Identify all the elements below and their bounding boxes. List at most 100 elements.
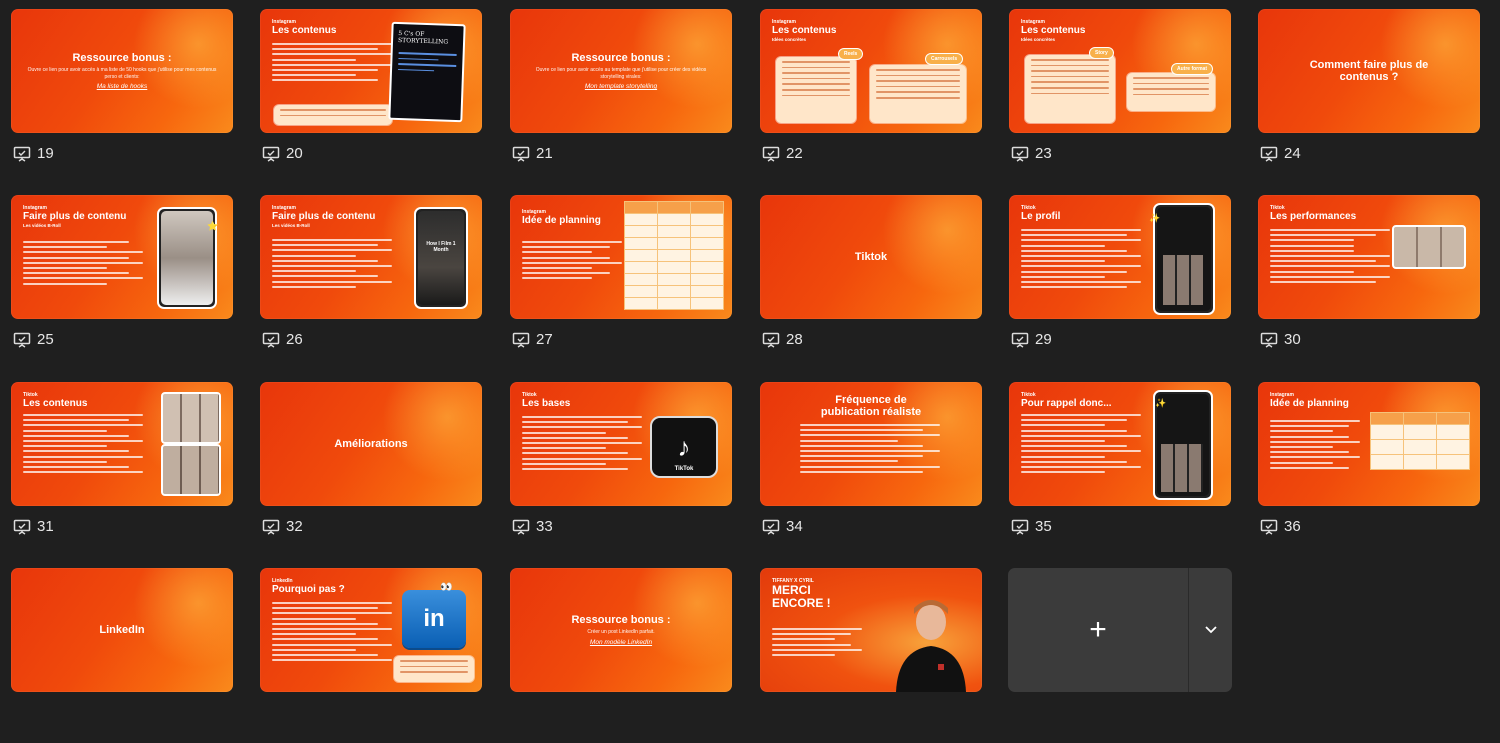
chevron-down-icon	[1204, 626, 1217, 634]
slide-number: 34	[786, 518, 803, 535]
slide-subtitle: Les vidéos B-Roll	[272, 223, 310, 228]
presentation-icon	[262, 519, 280, 535]
slide-title: Faire plus de contenu	[272, 211, 376, 222]
slide-subtitle: Ouvre ce lien pour avoir accès à ma list…	[27, 67, 217, 80]
logo-label: in	[423, 605, 445, 632]
slide-title: Les contenus	[772, 25, 837, 36]
slide-thumbnail[interactable]: Tiktok Le profil ✨ 29	[1009, 195, 1233, 370]
slide-thumbnail[interactable]: Tiktok 28	[760, 195, 984, 370]
presentation-icon	[1011, 146, 1029, 162]
photo-collage	[1392, 225, 1466, 269]
slide-thumbnail[interactable]: TIFFANY X CYRIL MERCI ENCORE !	[760, 568, 984, 743]
slide-thumbnail[interactable]: Instagram Idée de planning 27	[510, 195, 734, 370]
presentation-icon	[13, 519, 31, 535]
slide-number: 31	[37, 518, 54, 535]
slide-label: 21	[512, 145, 553, 162]
slide-title: MERCI ENCORE !	[772, 583, 831, 610]
sparkle-icon: ✨	[1149, 213, 1161, 223]
slide-title: Comment faire plus de contenus ?	[1309, 59, 1429, 83]
presentation-icon	[512, 519, 530, 535]
slide-label: 31	[13, 518, 54, 535]
slide-label: 26	[262, 331, 303, 348]
slide-title: Ressource bonus :	[72, 52, 172, 64]
tag-label: Reels	[838, 48, 864, 60]
slide-label: 34	[762, 518, 803, 535]
slide-subtitle: Créer un post LinkedIn parfait.	[587, 629, 655, 636]
photo-collage	[161, 444, 221, 496]
slide-thumbnail[interactable]: Tiktok Les contenus 31	[11, 382, 235, 557]
slide-label: 33	[512, 518, 553, 535]
slide-label: 22	[762, 145, 803, 162]
slide-title: Les performances	[1270, 211, 1357, 222]
slide-title: Améliorations	[334, 438, 408, 450]
slide-number: 33	[536, 518, 553, 535]
slide-subtitle: Ouvre ce lien pour avoir accès au templa…	[535, 67, 707, 80]
slide-thumbnail[interactable]: Instagram Faire plus de contenu Les vidé…	[11, 195, 235, 370]
slide-thumbnail[interactable]: LinkedIn Pourquoi pas ? in 👀	[260, 568, 484, 743]
presentation-icon	[262, 146, 280, 162]
slide-label: 19	[13, 145, 54, 162]
slide-thumbnail[interactable]: Ressource bonus : Ouvre ce lien pour avo…	[11, 9, 235, 184]
slide-thumbnail[interactable]: Instagram Idée de planning 36	[1258, 382, 1482, 557]
slide-link[interactable]: Mon template storytelling	[585, 83, 657, 90]
slide-label: 29	[1011, 331, 1052, 348]
slide-thumbnail[interactable]: Ressource bonus : Ouvre ce lien pour avo…	[510, 9, 734, 184]
add-slide-options-button[interactable]	[1189, 568, 1232, 692]
presentation-icon	[762, 332, 780, 348]
book-title: 5 C's OF STORYTELLING	[397, 29, 449, 46]
slide-label: 25	[13, 331, 54, 348]
presentation-icon	[13, 146, 31, 162]
slide-thumbnail[interactable]: Améliorations 32	[260, 382, 484, 557]
plus-icon: +	[1089, 613, 1107, 646]
slide-number: 22	[786, 145, 803, 162]
slide-thumbnail[interactable]: Tiktok Les bases ♪ TikTok 33	[510, 382, 734, 557]
slide-link[interactable]: Mon modèle LinkedIn	[590, 639, 652, 646]
slide-title: Les contenus	[23, 398, 88, 409]
slide-thumbnail[interactable]: Comment faire plus de contenus ? 24	[1258, 9, 1482, 184]
slide-number: 28	[786, 331, 803, 348]
slide-number: 23	[1035, 145, 1052, 162]
slide-thumbnail[interactable]: Instagram Les contenus Idées concrètes R…	[760, 9, 984, 184]
slide-subtitle: Idées concrètes	[1021, 37, 1056, 42]
eyes-icon: 👀	[440, 582, 453, 593]
tag-label: Carrousels	[925, 53, 964, 65]
slide-link[interactable]: Ma liste de hooks	[97, 83, 148, 90]
sparkle-icon: ✨	[1155, 398, 1167, 408]
slide-thumbnail[interactable]: LinkedIn	[11, 568, 235, 743]
slide-title: Idée de planning	[1270, 398, 1349, 409]
slide-thumbnail[interactable]: Instagram Les contenus Idées concrètes S…	[1009, 9, 1233, 184]
slide-number: 24	[1284, 145, 1301, 162]
slide-title: Les contenus	[1021, 25, 1086, 36]
slide-thumbnail[interactable]: Instagram Les contenus 5 C's OF STORYTEL…	[260, 9, 484, 184]
slide-label: 20	[262, 145, 303, 162]
slide-thumbnail[interactable]: Tiktok Pour rappel donc... ✨ 35	[1009, 382, 1233, 557]
slide-title: Tiktok	[854, 251, 888, 263]
presentation-icon	[1011, 519, 1029, 535]
slide-label: 23	[1011, 145, 1052, 162]
presentation-icon	[13, 332, 31, 348]
slide-number: 29	[1035, 331, 1052, 348]
presentation-icon	[1260, 146, 1278, 162]
slide-label: 24	[1260, 145, 1301, 162]
slide-number: 25	[37, 331, 54, 348]
slide-thumbnail[interactable]: Fréquence de publication réaliste 34	[760, 382, 984, 557]
slide-title: Les bases	[522, 398, 571, 409]
slide-number: 19	[37, 145, 54, 162]
book-image: 5 C's OF STORYTELLING	[388, 21, 466, 123]
slide-number: 32	[286, 518, 303, 535]
slide-thumbnail[interactable]: Ressource bonus : Créer un post LinkedIn…	[510, 568, 734, 743]
slide-thumbnail[interactable]: Instagram Faire plus de contenu Les vidé…	[260, 195, 484, 370]
planning-table	[1370, 412, 1470, 470]
slide-thumbnail[interactable]: Tiktok Les performances 30	[1258, 195, 1482, 370]
presentation-icon	[262, 332, 280, 348]
slide-title: Les contenus	[272, 25, 337, 36]
slide-label: 30	[1260, 331, 1301, 348]
presentation-icon	[1260, 519, 1278, 535]
slide-label: 36	[1260, 518, 1301, 535]
slide-title: Le profil	[1021, 211, 1061, 222]
tag-label: Autre format	[1171, 63, 1214, 75]
presentation-icon	[512, 146, 530, 162]
add-slide-button[interactable]: +	[1008, 568, 1188, 692]
add-slide-control: +	[1008, 568, 1232, 692]
slide-label: 32	[262, 518, 303, 535]
